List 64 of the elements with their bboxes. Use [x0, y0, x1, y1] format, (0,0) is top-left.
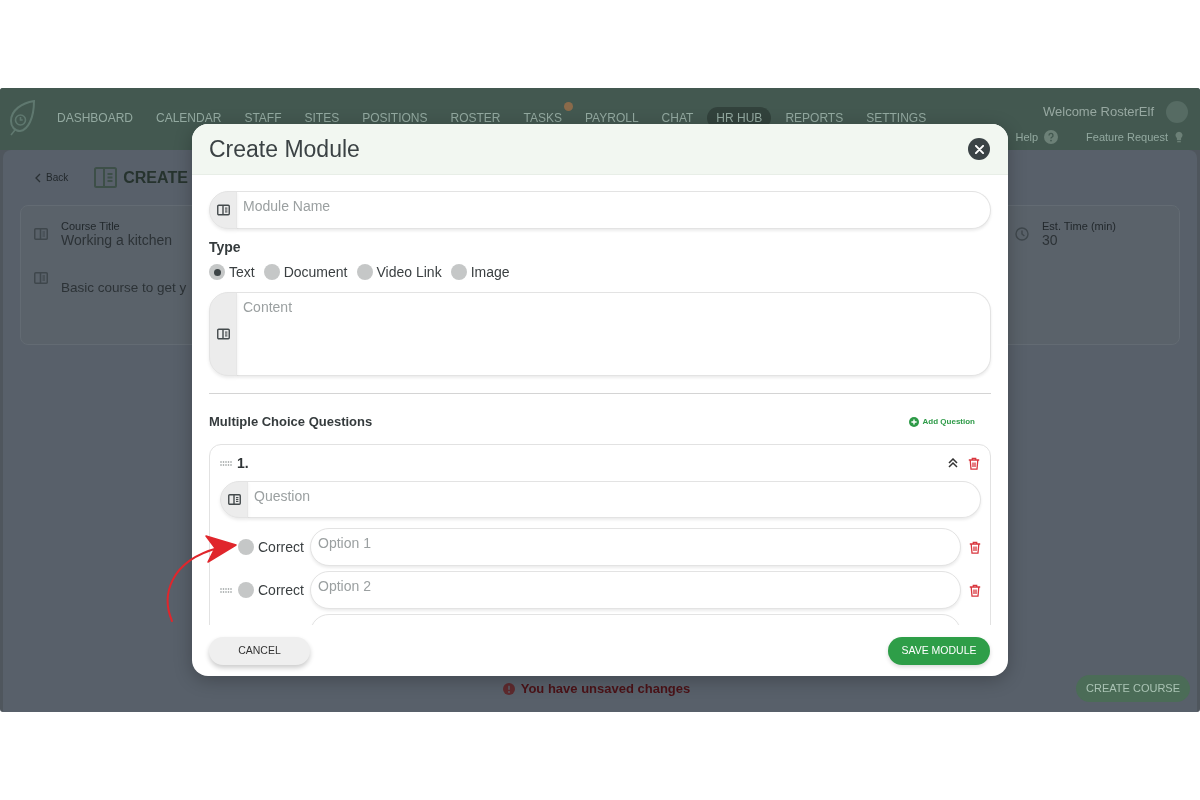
save-button[interactable]: SAVE MODULE	[888, 636, 990, 665]
input-field[interactable]: Question	[248, 481, 981, 518]
section-heading: Multiple Choice Questions	[209, 413, 373, 432]
chevron-left-icon	[35, 172, 41, 183]
field-label: Course Title	[61, 220, 121, 232]
panel-icon	[209, 191, 237, 229]
radio-label[interactable]: Document	[283, 264, 348, 280]
welcome-text: Welcome RosterElf	[1043, 103, 1154, 122]
nav-tab[interactable]: POSITIONS	[353, 107, 437, 129]
input-field[interactable]: Module Name	[237, 191, 991, 229]
cancel-button[interactable]: CANCEL	[209, 636, 310, 665]
nav-tab[interactable]: SITES	[295, 107, 349, 129]
nav-link[interactable]: Help	[1015, 129, 1039, 146]
close-icon[interactable]	[974, 144, 984, 154]
section-label: Type	[209, 239, 242, 255]
radio-button[interactable]	[263, 264, 280, 280]
trash-icon[interactable]	[968, 456, 980, 470]
textarea-field[interactable]: Content	[237, 292, 991, 376]
radio-label[interactable]: Text	[229, 264, 255, 280]
nav-tab[interactable]: PAYROLL	[576, 107, 648, 129]
drag-handle-icon[interactable]	[220, 587, 232, 593]
chevrons-up-icon[interactable]	[948, 458, 958, 468]
unsaved-notice: You have unsaved changes	[520, 679, 691, 698]
nav-tab[interactable]: CALENDAR	[147, 107, 231, 129]
lightbulb-icon[interactable]	[1174, 131, 1184, 144]
radio-label[interactable]: Correct	[258, 579, 305, 601]
question-number: 1.	[237, 453, 249, 473]
help-icon[interactable]	[1044, 130, 1059, 145]
nav-tab[interactable]: DASHBOARD	[48, 107, 142, 129]
drag-handle-icon[interactable]	[220, 460, 232, 466]
radio-button[interactable]	[209, 264, 225, 280]
trash-icon[interactable]	[969, 583, 981, 597]
trash-icon[interactable]	[969, 540, 981, 554]
radio-button[interactable]	[238, 539, 254, 555]
clock-icon	[1015, 227, 1029, 241]
radio-button[interactable]	[238, 582, 254, 598]
leaf-logo-icon	[8, 100, 36, 136]
page-title: CREATE	[123, 168, 188, 188]
radio-button[interactable]	[356, 264, 373, 280]
nav-tab[interactable]: SETTINGS	[857, 107, 936, 129]
nav-tab[interactable]: STAFF	[235, 107, 291, 129]
close-button[interactable]	[968, 138, 990, 160]
radio-label[interactable]: Video Link	[376, 264, 442, 280]
modal-title: Create Module	[209, 135, 360, 163]
panel-icon	[209, 292, 237, 376]
panel-icon	[94, 167, 118, 188]
field-label: Est. Time (min)	[1042, 220, 1116, 232]
input-field[interactable]: Option 2	[310, 571, 961, 609]
nav-tab[interactable]: REPORTS	[776, 107, 853, 129]
nav-tab[interactable]: CHAT	[652, 107, 703, 129]
back-link[interactable]: Back	[35, 170, 69, 185]
radio-label[interactable]: Image	[470, 264, 510, 280]
panel-icon	[34, 228, 48, 240]
add-question-link[interactable]: Add Question	[908, 416, 975, 428]
panel-icon	[34, 272, 48, 284]
create-course-button[interactable]: CREATE COURSE	[1076, 675, 1190, 702]
radio-button[interactable]	[450, 264, 467, 280]
alert-icon	[502, 682, 515, 695]
input-field[interactable]: Option 1	[310, 528, 961, 566]
plus-circle-icon	[908, 417, 919, 427]
nav-tab[interactable]: ROSTER	[441, 107, 510, 129]
panel-icon	[220, 481, 248, 518]
nav-link[interactable]: Feature Request	[1086, 129, 1168, 146]
radio-label[interactable]: Correct	[258, 536, 305, 558]
